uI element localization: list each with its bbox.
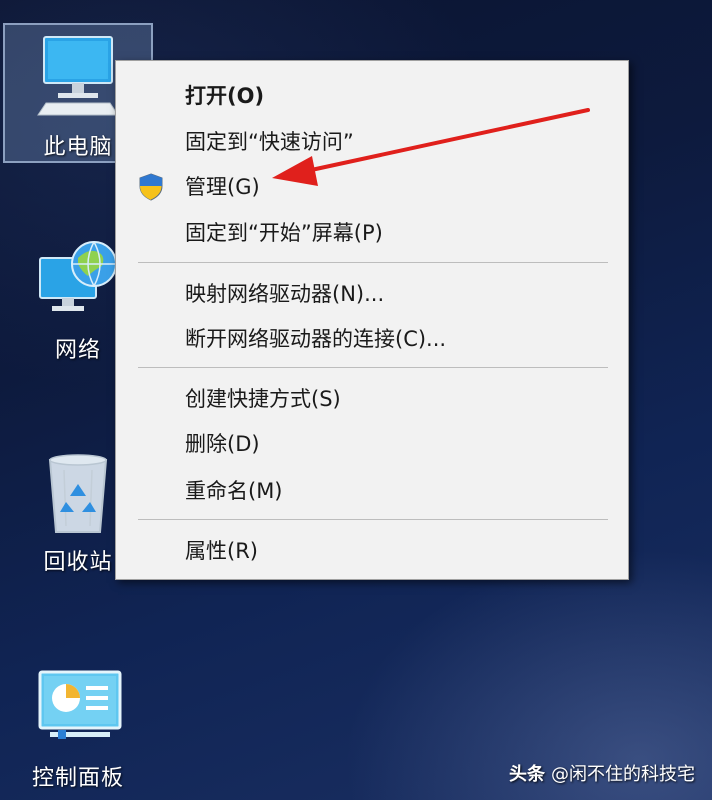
desktop-icon-label: 网络 xyxy=(54,338,101,363)
menu-item-label: 管理(G) xyxy=(185,175,260,199)
menu-item-label: 映射网络驱动器(N)... xyxy=(185,282,385,306)
menu-item-label: 属性(R) xyxy=(185,539,258,563)
desktop-icon-control-panel[interactable]: 控制面板 xyxy=(3,662,153,792)
desktop-icon-label: 控制面板 xyxy=(31,766,124,791)
menu-item-pin-start[interactable]: 固定到“开始”屏幕(P) xyxy=(116,210,628,254)
uac-shield-icon xyxy=(139,173,163,201)
menu-item-disconnect-network-drive[interactable]: 断开网络驱动器的连接(C)... xyxy=(116,316,628,360)
watermark: 头条 @闲不住的科技宅 xyxy=(509,760,695,786)
menu-separator xyxy=(138,519,608,520)
menu-item-map-network-drive[interactable]: 映射网络驱动器(N)... xyxy=(116,271,628,315)
menu-separator xyxy=(138,367,608,368)
menu-item-create-shortcut[interactable]: 创建快捷方式(S) xyxy=(116,376,628,420)
menu-item-label: 打开(O) xyxy=(185,84,265,108)
control-panel-icon xyxy=(23,662,133,752)
menu-item-label: 重命名(M) xyxy=(185,479,283,503)
menu-separator xyxy=(138,262,608,263)
menu-item-delete[interactable]: 删除(D) xyxy=(116,421,628,465)
menu-item-properties[interactable]: 属性(R) xyxy=(116,528,628,572)
desktop-icon-label: 回收站 xyxy=(43,550,113,575)
menu-item-label: 断开网络驱动器的连接(C)... xyxy=(185,327,447,351)
menu-item-open[interactable]: 打开(O) xyxy=(116,73,628,117)
menu-item-pin-quick-access[interactable]: 固定到“快速访问” xyxy=(116,119,628,163)
menu-item-rename[interactable]: 重命名(M) xyxy=(116,468,628,512)
watermark-author: @闲不住的科技宅 xyxy=(551,764,695,785)
menu-item-label: 创建快捷方式(S) xyxy=(185,387,341,411)
menu-item-label: 删除(D) xyxy=(185,432,260,456)
watermark-brand: 头条 xyxy=(509,764,545,785)
context-menu: 打开(O) 固定到“快速访问” 管理(G) 固定到“开始”屏幕(P) 映射网络驱… xyxy=(115,60,629,580)
desktop-icon-label: 此电脑 xyxy=(43,135,113,160)
menu-item-manage[interactable]: 管理(G) xyxy=(116,164,628,208)
menu-item-label: 固定到“开始”屏幕(P) xyxy=(185,221,383,245)
menu-item-label: 固定到“快速访问” xyxy=(185,130,354,154)
